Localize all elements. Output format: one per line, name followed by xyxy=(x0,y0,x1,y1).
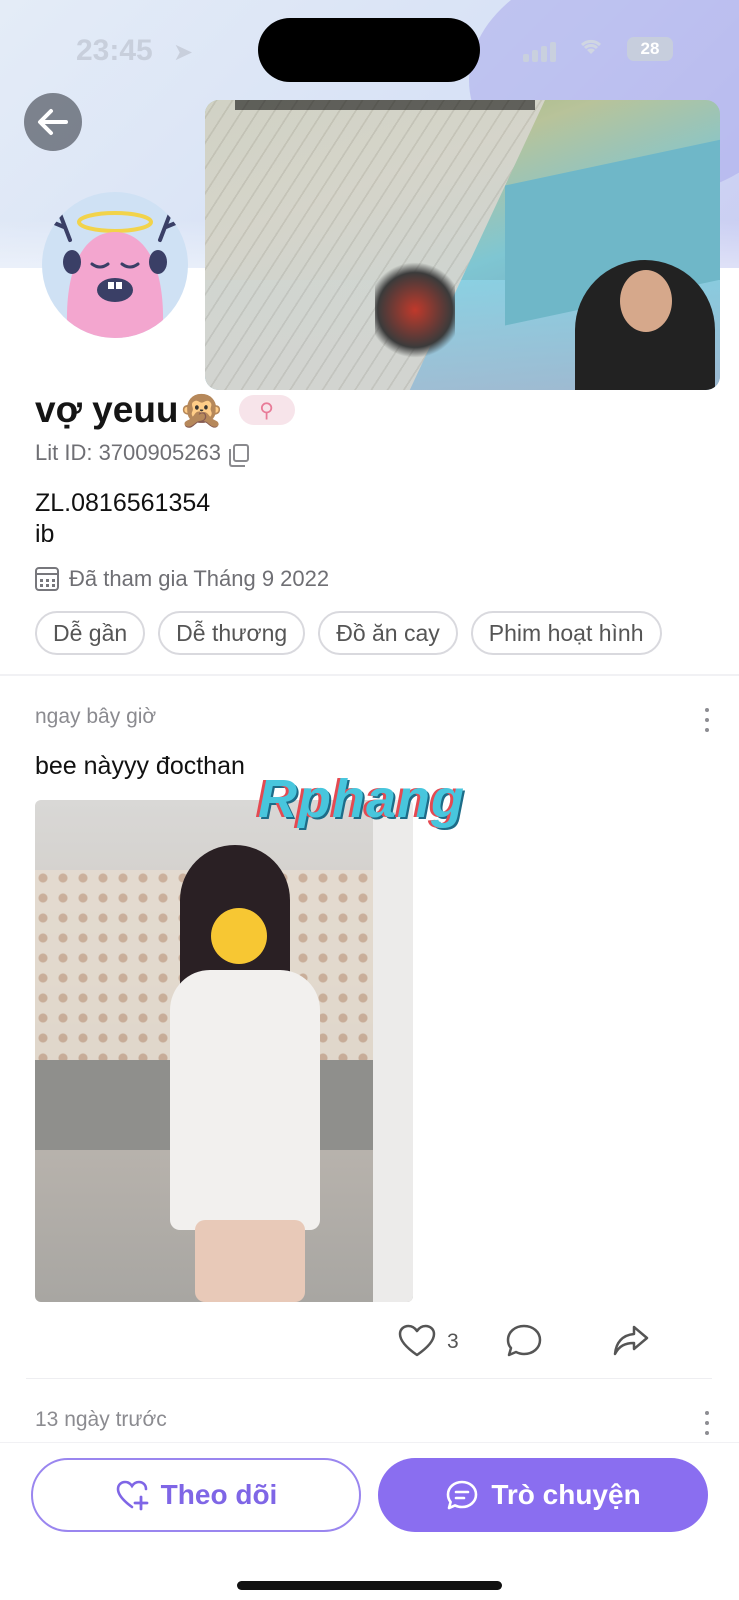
avatar[interactable] xyxy=(42,192,188,338)
interest-tag[interactable]: Dễ thương xyxy=(158,611,306,655)
post-timestamp: ngay bây giờ xyxy=(35,705,157,728)
interest-tags: Dễ gần Dễ thương Đồ ăn cay Phim hoạt hìn… xyxy=(35,611,662,655)
more-vertical-icon[interactable] xyxy=(703,708,711,732)
watermark-logo: Rphang xyxy=(258,769,465,829)
copy-icon[interactable] xyxy=(228,444,249,467)
interest-tag[interactable]: Dễ gần xyxy=(35,611,146,655)
cellular-signal-icon xyxy=(523,40,557,62)
back-button[interactable] xyxy=(24,93,82,151)
picture-in-picture-video[interactable] xyxy=(205,100,720,390)
bio-line: ib xyxy=(35,520,55,548)
chat-button[interactable]: Trò chuyện xyxy=(378,1458,708,1532)
bio-line: ZL.0816561354 xyxy=(35,489,211,517)
wifi-icon xyxy=(578,36,604,62)
joined-date-row: Đã tham gia Tháng 9 2022 xyxy=(35,566,329,592)
post-text: bee nàyyy đocthan xyxy=(35,752,245,780)
gender-badge: ⚲ xyxy=(238,395,295,425)
dynamic-island xyxy=(258,18,480,82)
follow-button[interactable]: Theo dõi xyxy=(31,1458,361,1532)
status-time: 23:45 xyxy=(76,34,153,67)
interest-tag[interactable]: Phim hoạt hình xyxy=(470,611,662,655)
comment-icon[interactable] xyxy=(505,1323,543,1359)
heart-plus-icon xyxy=(116,1480,149,1511)
lit-id-row: Lit ID: 3700905263 xyxy=(35,440,249,467)
chat-bubble-icon xyxy=(447,1480,478,1510)
post-timestamp: 13 ngày trước xyxy=(35,1408,167,1431)
battery-indicator: 28 xyxy=(627,37,673,61)
joined-date: Đã tham gia Tháng 9 2022 xyxy=(69,566,330,591)
post-actions: 3 xyxy=(0,1320,739,1364)
heart-icon[interactable] xyxy=(398,1324,436,1358)
profile-name-row: vợ yeuu🙊 ⚲ xyxy=(35,385,295,435)
profile-name: vợ yeuu🙊 xyxy=(35,388,225,430)
follow-label: Theo dõi xyxy=(160,1479,278,1510)
home-indicator[interactable] xyxy=(237,1581,502,1590)
chat-label: Trò chuyện xyxy=(491,1479,641,1510)
gender-symbol: ⚲ xyxy=(259,399,274,422)
bottom-action-bar: Theo dõi Trò chuyện xyxy=(0,1442,739,1600)
more-vertical-icon[interactable] xyxy=(703,1411,711,1435)
interest-tag[interactable]: Đồ ăn cay xyxy=(318,611,458,655)
post-divider xyxy=(26,1378,712,1379)
like-count: 3 xyxy=(447,1330,459,1353)
back-arrow-icon xyxy=(38,109,68,135)
lit-id: Lit ID: 3700905263 xyxy=(35,440,221,465)
profile-bio: ZL.0816561354 ib xyxy=(35,488,210,550)
share-icon[interactable] xyxy=(612,1323,650,1359)
location-arrow-icon: ➤ xyxy=(173,39,194,66)
calendar-icon xyxy=(35,567,59,591)
section-divider xyxy=(0,674,739,676)
post-photo[interactable] xyxy=(35,800,413,1302)
